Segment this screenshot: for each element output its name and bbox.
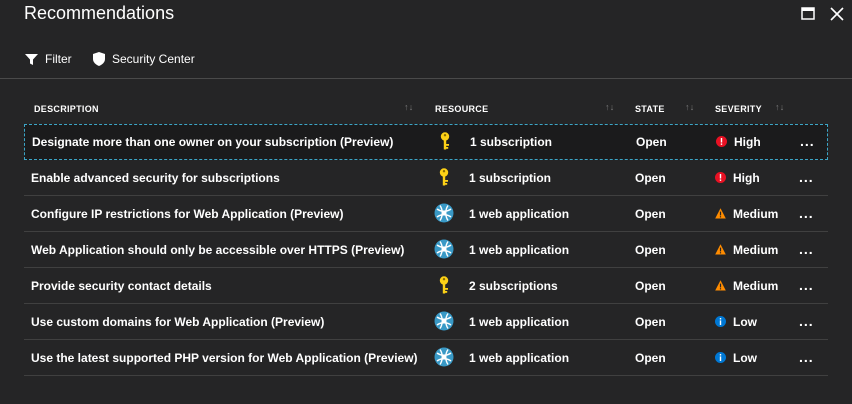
- resource-count: 1 web application: [469, 315, 570, 329]
- grid-header: DESCRIPTION ↑↓ RESOURCE ↑↓ STATE ↑↓ SEVE…: [24, 96, 828, 124]
- more-options-button[interactable]: ...: [799, 277, 814, 293]
- resource-count: 1 web application: [469, 207, 570, 221]
- severity-value: Low: [733, 351, 757, 365]
- recommendation-description: Web Application should only be accessibl…: [31, 243, 405, 257]
- recommendation-description: Enable advanced security for subscriptio…: [31, 171, 280, 185]
- more-options-button[interactable]: ...: [799, 241, 814, 257]
- table-row[interactable]: Enable advanced security for subscriptio…: [24, 160, 828, 196]
- recommendation-description: Provide security contact details: [31, 279, 212, 293]
- sort-severity-icon[interactable]: ↑↓: [775, 102, 785, 112]
- warning-icon: [715, 208, 726, 219]
- table-row[interactable]: Configure IP restrictions for Web Applic…: [24, 196, 828, 232]
- severity-value: Low: [733, 315, 757, 329]
- table-row[interactable]: Use custom domains for Web Application (…: [24, 304, 828, 340]
- severity-value: Medium: [733, 279, 779, 293]
- more-options-button[interactable]: ...: [800, 133, 815, 149]
- resource-count: 1 web application: [469, 243, 570, 257]
- state-value: Open: [635, 351, 666, 365]
- grid-body: Designate more than one owner on your su…: [24, 124, 828, 376]
- state-value: Open: [635, 315, 666, 329]
- filter-label: Filter: [45, 52, 72, 66]
- maximize-icon[interactable]: [800, 6, 816, 22]
- filter-button[interactable]: Filter: [25, 52, 72, 66]
- table-row[interactable]: Provide security contact details 2 subsc…: [24, 268, 828, 304]
- resource-count: 2 subscriptions: [469, 279, 558, 293]
- warning-icon: [715, 280, 726, 291]
- severity-value: High: [734, 135, 761, 149]
- sort-state-icon[interactable]: ↑↓: [685, 102, 695, 112]
- key-icon: [434, 167, 454, 187]
- info-icon: [715, 352, 726, 363]
- resource-count: 1 subscription: [469, 171, 552, 185]
- resource-count: 1 web application: [469, 351, 570, 365]
- blade-header: Recommendations: [0, 0, 852, 30]
- info-icon: [715, 316, 726, 327]
- more-options-button[interactable]: ...: [799, 169, 814, 185]
- sort-resource-icon[interactable]: ↑↓: [605, 102, 615, 112]
- more-options-button[interactable]: ...: [799, 313, 814, 329]
- state-value: Open: [636, 135, 667, 149]
- table-row[interactable]: Web Application should only be accessibl…: [24, 232, 828, 268]
- more-options-button[interactable]: ...: [799, 205, 814, 221]
- command-bar: Filter Security Center: [0, 42, 852, 79]
- severity-value: Medium: [733, 243, 779, 257]
- close-icon[interactable]: [829, 6, 845, 22]
- security-center-button[interactable]: Security Center: [93, 52, 195, 66]
- state-value: Open: [635, 171, 666, 185]
- severity-value: High: [733, 171, 760, 185]
- filter-icon: [25, 53, 38, 65]
- web-app-icon: [434, 347, 454, 367]
- more-options-button[interactable]: ...: [799, 349, 814, 365]
- key-icon: [434, 275, 454, 295]
- recommendation-description: Designate more than one owner on your su…: [32, 135, 394, 149]
- recommendation-description: Use custom domains for Web Application (…: [31, 315, 325, 329]
- column-header-description[interactable]: DESCRIPTION: [34, 104, 99, 114]
- security-center-label: Security Center: [112, 52, 195, 66]
- column-header-state[interactable]: STATE: [635, 104, 665, 114]
- recommendations-grid: DESCRIPTION ↑↓ RESOURCE ↑↓ STATE ↑↓ SEVE…: [24, 96, 828, 376]
- shield-icon: [93, 52, 105, 66]
- state-value: Open: [635, 279, 666, 293]
- table-row[interactable]: Designate more than one owner on your su…: [24, 124, 828, 160]
- column-header-resource[interactable]: RESOURCE: [435, 104, 488, 114]
- error-icon: [715, 172, 726, 183]
- warning-icon: [715, 244, 726, 255]
- recommendation-description: Configure IP restrictions for Web Applic…: [31, 207, 344, 221]
- state-value: Open: [635, 207, 666, 221]
- key-icon: [435, 131, 455, 151]
- severity-value: Medium: [733, 207, 779, 221]
- sort-description-icon[interactable]: ↑↓: [404, 102, 414, 112]
- resource-count: 1 subscription: [470, 135, 553, 149]
- column-header-severity[interactable]: SEVERITY: [715, 104, 762, 114]
- web-app-icon: [434, 311, 454, 331]
- blade-title: Recommendations: [24, 3, 175, 23]
- error-icon: [716, 136, 727, 147]
- state-value: Open: [635, 243, 666, 257]
- web-app-icon: [434, 239, 454, 259]
- table-row[interactable]: Use the latest supported PHP version for…: [24, 340, 828, 376]
- recommendation-description: Use the latest supported PHP version for…: [31, 351, 418, 365]
- web-app-icon: [434, 203, 454, 223]
